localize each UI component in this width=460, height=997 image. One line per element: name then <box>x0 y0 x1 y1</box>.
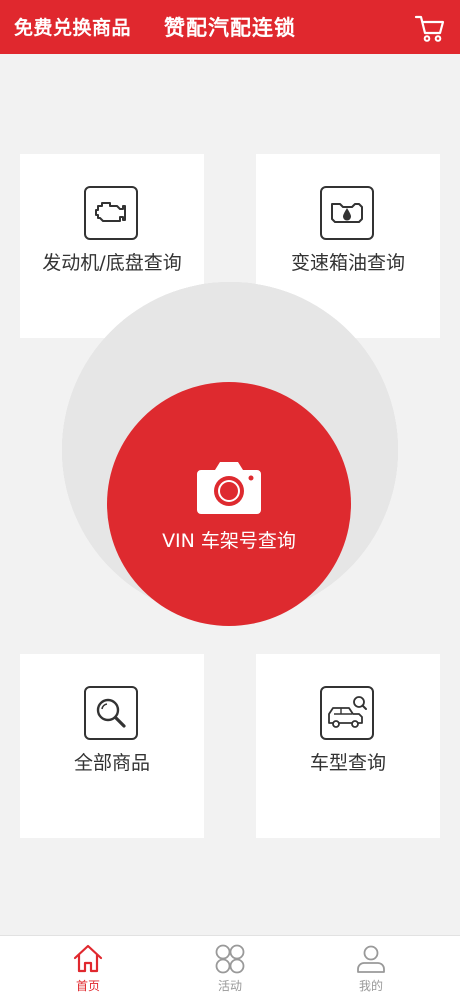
tab-mine[interactable]: 我的 <box>321 936 421 997</box>
page-title: 赞配汽配连锁 <box>164 16 296 40</box>
all-products-label: 全部商品 <box>73 752 150 774</box>
home-icon <box>73 944 103 973</box>
bottom-tab-bar: 首页 活动 我的 <box>0 935 460 997</box>
tab-activity-label: 活动 <box>217 979 242 993</box>
vin-query-label: VIN 车架号查询 <box>162 530 296 552</box>
transmission-oil-icon <box>320 186 374 240</box>
magnifier-icon <box>84 686 138 740</box>
transmission-oil-query-label: 变速箱油查询 <box>290 252 405 274</box>
engine-chassis-query-label: 发动机/底盘查询 <box>42 252 182 274</box>
all-products-card[interactable]: 全部商品 <box>20 282 398 838</box>
tab-mine-label: 我的 <box>358 979 383 993</box>
car-model-query-card[interactable]: 车型查询 <box>62 282 440 838</box>
user-icon <box>357 945 385 973</box>
car-search-icon <box>320 686 374 740</box>
cart-icon[interactable] <box>414 13 446 43</box>
free-exchange-link[interactable]: 免费兑换商品 <box>14 13 131 40</box>
engine-chassis-query-card[interactable]: 发动机/底盘查询 <box>20 154 398 618</box>
tab-activity[interactable]: 活动 <box>180 936 280 997</box>
top-header: 免费兑换商品 赞配汽配连锁 <box>0 0 460 54</box>
activity-grid-icon <box>215 944 245 974</box>
transmission-oil-query-card[interactable]: 变速箱油查询 <box>62 154 440 618</box>
car-model-query-label: 车型查询 <box>309 752 386 774</box>
tab-home[interactable]: 首页 <box>38 936 138 997</box>
tab-home-label: 首页 <box>75 979 100 993</box>
vin-query-button[interactable]: VIN 车架号查询 <box>107 382 351 626</box>
main-content: 发动机/底盘查询 变速箱油查询 全部商品 车型查询 VIN 车架号查询 <box>0 54 460 935</box>
engine-icon <box>84 186 138 240</box>
camera-icon <box>195 460 263 516</box>
